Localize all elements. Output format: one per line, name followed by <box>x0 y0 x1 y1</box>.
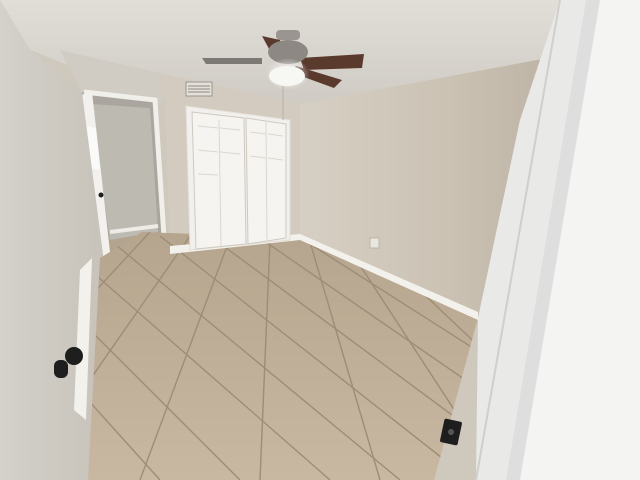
door-knob <box>65 347 83 365</box>
fan-blade-left <box>202 58 262 64</box>
hallway-door-knob <box>98 192 104 198</box>
fan-light <box>269 66 305 86</box>
door-lever <box>54 360 68 378</box>
wall-outlet <box>369 237 380 249</box>
empty-bedroom-photo <box>0 0 640 480</box>
door-latch <box>448 429 454 435</box>
closet <box>185 105 291 251</box>
room-scene <box>0 0 640 480</box>
